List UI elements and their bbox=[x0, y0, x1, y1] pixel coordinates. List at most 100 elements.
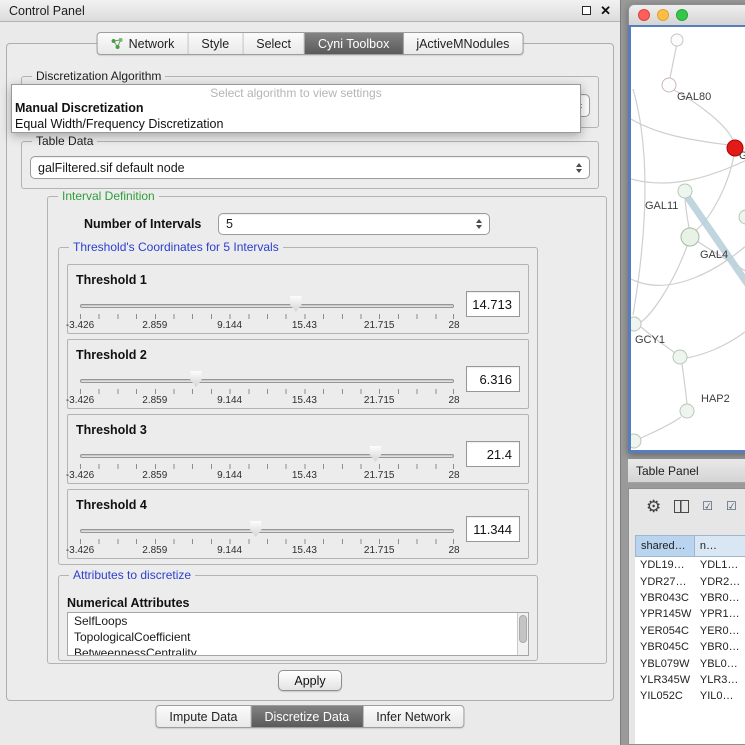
slider-thumb[interactable] bbox=[368, 446, 382, 462]
tab-jactivemnodules[interactable]: jActiveMNodules bbox=[403, 33, 522, 54]
table-row[interactable]: YDR27…YDR2… bbox=[635, 573, 745, 589]
scale-tick-label: 15.43 bbox=[292, 320, 317, 331]
slider-scale: -3.4262.8599.14415.4321.71528 bbox=[80, 470, 454, 482]
show-columns-icon[interactable]: ☑ bbox=[726, 500, 737, 512]
scrollbar-thumb[interactable] bbox=[519, 615, 527, 643]
node-table-window: ⚙ ☑ ☑ shared… n… YDL19…YDL1…YDR27…YDR2…Y… bbox=[628, 488, 745, 745]
table-cell: YER054C bbox=[635, 625, 695, 637]
column-header-name[interactable]: n… bbox=[695, 535, 745, 557]
tab-select[interactable]: Select bbox=[243, 33, 305, 54]
node-gcy1[interactable] bbox=[631, 317, 641, 331]
slider-scale: -3.4262.8599.14415.4321.71528 bbox=[80, 320, 454, 332]
select-all-icon[interactable]: ☑ bbox=[702, 500, 713, 512]
tab-infer-network[interactable]: Infer Network bbox=[363, 706, 463, 727]
slider-track[interactable] bbox=[80, 454, 454, 458]
threshold-1-slider[interactable]: -3.4262.8599.14415.4321.71528 bbox=[80, 295, 454, 331]
slider-thumb[interactable] bbox=[249, 521, 263, 537]
node[interactable] bbox=[671, 34, 683, 46]
list-item[interactable]: TopologicalCoefficient bbox=[68, 629, 528, 645]
bottom-tab-strip: Impute Data Discretize Data Infer Networ… bbox=[155, 705, 464, 728]
combo-selected-value: galFiltered.sif default node bbox=[38, 161, 185, 175]
table-cell: YDL1… bbox=[695, 559, 745, 571]
table-cell: YBL079W bbox=[635, 658, 695, 670]
apply-button[interactable]: Apply bbox=[278, 670, 342, 691]
node-label-partial: GA bbox=[739, 150, 745, 162]
app-root: Control Panel ✕ Network bbox=[0, 0, 745, 745]
group-title: Table Data bbox=[32, 134, 97, 148]
table-cell: YLR345W bbox=[635, 674, 695, 686]
threshold-2-value-field[interactable]: 6.316 bbox=[466, 366, 520, 392]
table-cell: YDL19… bbox=[635, 559, 695, 571]
slider-track[interactable] bbox=[80, 379, 454, 383]
num-intervals-combobox[interactable]: 5 bbox=[218, 213, 490, 235]
table-row[interactable]: YLR345WYLR3… bbox=[635, 672, 745, 688]
scale-tick-label: 2.859 bbox=[142, 545, 167, 556]
gear-icon[interactable]: ⚙ bbox=[646, 498, 661, 515]
tab-impute-data[interactable]: Impute Data bbox=[156, 706, 251, 727]
network-window-titlebar[interactable] bbox=[628, 4, 745, 25]
tab-label: Discretize Data bbox=[265, 710, 350, 724]
tab-label: Style bbox=[201, 37, 229, 51]
threshold-4-value-field[interactable]: 11.344 bbox=[466, 516, 520, 542]
tab-style[interactable]: Style bbox=[188, 33, 243, 54]
threshold-2-slider[interactable]: -3.4262.8599.14415.4321.71528 bbox=[80, 370, 454, 406]
table-row[interactable]: YBL079WYBL0… bbox=[635, 655, 745, 671]
slider-track[interactable] bbox=[80, 304, 454, 308]
tab-label: jActiveMNodules bbox=[416, 37, 509, 51]
attributes-list-items: SelfLoopsTopologicalCoefficientBetweenne… bbox=[68, 613, 528, 656]
table-data-combobox[interactable]: galFiltered.sif default node bbox=[30, 156, 590, 179]
list-item[interactable]: SelfLoops bbox=[68, 613, 528, 629]
threshold-4-slider[interactable]: -3.4262.8599.14415.4321.71528 bbox=[80, 520, 454, 556]
threshold-3-slider[interactable]: -3.4262.8599.14415.4321.71528 bbox=[80, 445, 454, 481]
node[interactable] bbox=[631, 434, 641, 448]
node-table: shared… n… YDL19…YDL1…YDR27…YDR2…YBR043C… bbox=[635, 535, 745, 744]
network-canvas[interactable]: GAL80 GA GAL11 GAL4 GCY1 HAP2 bbox=[628, 25, 745, 453]
node[interactable] bbox=[673, 350, 687, 364]
dropdown-option-equal-width-frequency[interactable]: Equal Width/Frequency Discretization bbox=[12, 116, 580, 132]
tab-discretize-data[interactable]: Discretize Data bbox=[252, 706, 364, 727]
table-row[interactable]: YIL052CYIL0… bbox=[635, 688, 745, 704]
scale-tick-label: -3.426 bbox=[66, 470, 94, 481]
threshold-1-value-field[interactable]: 14.713 bbox=[466, 291, 520, 317]
threshold-3-value-field[interactable]: 21.4 bbox=[466, 441, 520, 467]
slider-thumb[interactable] bbox=[189, 371, 203, 387]
node-hap2[interactable] bbox=[680, 404, 694, 418]
node-gal4[interactable] bbox=[681, 228, 699, 246]
control-panel-titlebar[interactable]: Control Panel ✕ bbox=[0, 0, 620, 22]
slider-ticks bbox=[80, 464, 454, 469]
list-item[interactable]: BetweennessCentrality bbox=[68, 645, 528, 656]
table-row[interactable]: YER054CYER0… bbox=[635, 623, 745, 639]
minimize-traffic-light-icon[interactable] bbox=[657, 9, 669, 21]
network-view-window: GAL80 GA GAL11 GAL4 GCY1 HAP2 bbox=[628, 4, 745, 453]
table-cell: YER0… bbox=[695, 625, 745, 637]
slider-thumb[interactable] bbox=[289, 296, 303, 312]
scale-tick-label: 15.43 bbox=[292, 395, 317, 406]
tab-label: Select bbox=[256, 37, 291, 51]
node-label-gal80: GAL80 bbox=[677, 91, 711, 103]
node-gal11[interactable] bbox=[678, 184, 692, 198]
node-label-gal4: GAL4 bbox=[700, 249, 728, 261]
table-row[interactable]: YDL19…YDL1… bbox=[635, 557, 745, 573]
zoom-traffic-light-icon[interactable] bbox=[676, 9, 688, 21]
close-icon[interactable]: ✕ bbox=[600, 4, 611, 17]
close-traffic-light-icon[interactable] bbox=[638, 9, 650, 21]
table-row[interactable]: YBR043CYBR0… bbox=[635, 590, 745, 606]
table-cell: YBR043C bbox=[635, 592, 695, 604]
list-scrollbar[interactable] bbox=[517, 613, 528, 655]
float-window-icon[interactable] bbox=[582, 6, 591, 15]
dropdown-option-manual-discretization[interactable]: Manual Discretization bbox=[12, 100, 580, 116]
column-header-shared-name[interactable]: shared… bbox=[635, 535, 695, 557]
threshold-3-panel: Threshold 3 -3.4262.8599.14415.4321.7152… bbox=[67, 414, 529, 484]
attributes-list[interactable]: SelfLoopsTopologicalCoefficientBetweenne… bbox=[67, 612, 529, 656]
table-row[interactable]: YPR145WYPR1… bbox=[635, 606, 745, 622]
columns-icon[interactable] bbox=[674, 500, 689, 513]
slider-track[interactable] bbox=[80, 529, 454, 533]
threshold-4-panel: Threshold 4 -3.4262.8599.14415.4321.7152… bbox=[67, 489, 529, 559]
tab-cyni-toolbox[interactable]: Cyni Toolbox bbox=[305, 33, 403, 54]
tab-network[interactable]: Network bbox=[98, 33, 189, 54]
table-row[interactable]: YBR045CYBR0… bbox=[635, 639, 745, 655]
node-gal80[interactable] bbox=[662, 78, 676, 92]
node[interactable] bbox=[739, 210, 745, 224]
table-panel-header[interactable]: Table Panel bbox=[628, 458, 745, 483]
threshold-1-panel: Threshold 1 -3.4262.8599.14415.4321.7152… bbox=[67, 264, 529, 334]
